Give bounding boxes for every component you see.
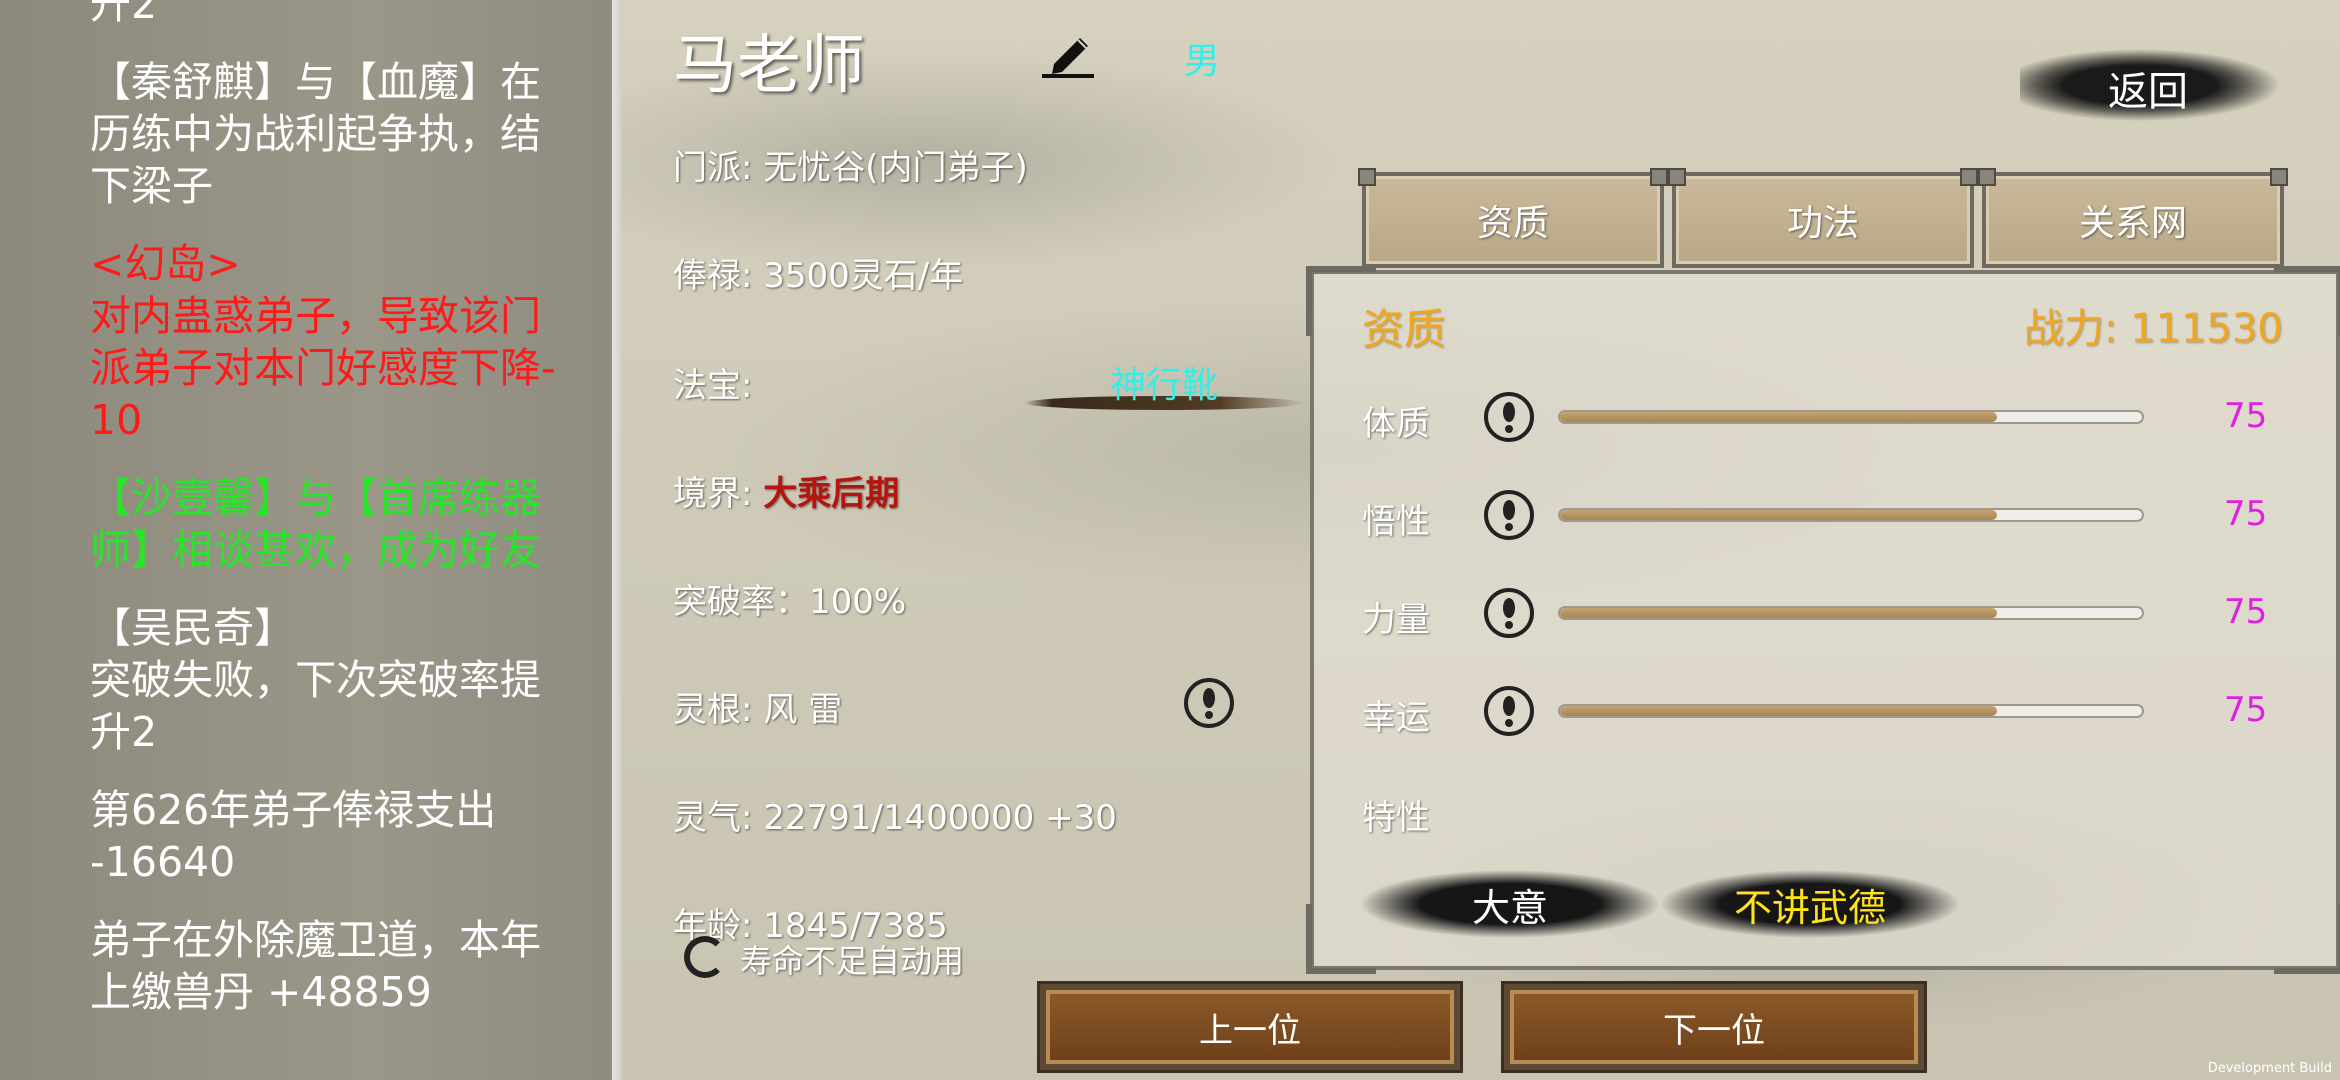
- tab-techniques-label: 功法: [1786, 203, 1859, 244]
- spirit-root-label: 灵根:: [673, 690, 764, 730]
- log-entry-line: 10: [90, 396, 143, 444]
- tab-aptitude[interactable]: 资质: [1358, 168, 1668, 268]
- log-entry-line: 对内蛊惑弟子，导致该门: [90, 292, 541, 340]
- character-name: 马老师: [673, 29, 865, 103]
- trait-badge[interactable]: 不讲武德: [1660, 868, 1960, 940]
- qi-row: 灵气: 22791/1400000 +30: [673, 790, 1117, 839]
- log-entry: 【沙壹馨】与【首席练器 师】相谈甚欢，成为好友: [90, 472, 600, 576]
- sect-row: 门派: 无忧谷(内门弟子): [673, 140, 1028, 189]
- log-entry-line: 【秦舒麒】与【血魔】在: [90, 58, 541, 106]
- log-entry-line: -16640: [90, 838, 236, 886]
- log-entry-line: 下梁子: [90, 162, 213, 210]
- qi-value: 22791/1400000 +30: [763, 798, 1117, 838]
- previous-button[interactable]: 上一位: [1040, 984, 1460, 1070]
- log-entry: 升2: [90, 0, 600, 30]
- log-entry-line: 升2: [90, 0, 158, 28]
- stat-info-icon[interactable]: [1482, 684, 1536, 738]
- treasure-value[interactable]: 神行靴: [1110, 356, 1218, 408]
- qi-label: 灵气:: [673, 798, 764, 838]
- spirit-root-info-icon[interactable]: [1182, 676, 1236, 730]
- stat-info-icon[interactable]: [1482, 488, 1536, 542]
- spirit-root-row: 灵根: 风 雷: [673, 682, 842, 731]
- event-log-panel[interactable]: 升2 【秦舒麒】与【血魔】在 历练中为战利起争执，结 下梁子 <幻岛> 对内蛊惑弟子，导致…: [0, 0, 612, 1080]
- sect-label: 门派:: [673, 148, 764, 188]
- log-entry-line: 升2: [90, 708, 158, 756]
- log-entry-line: 上缴兽丹 +48859: [90, 968, 432, 1016]
- log-entry-line: 第626年弟子俸禄支出: [90, 786, 497, 834]
- trait-label: 不讲武德: [1733, 885, 1886, 930]
- stat-bar-strength: [1558, 606, 2144, 620]
- log-scrollbar-thumb[interactable]: [612, 0, 622, 1080]
- stat-info-icon[interactable]: [1482, 586, 1536, 640]
- log-entry: 【吴民奇】 突破失败，下次突破率提 升2: [90, 602, 600, 758]
- log-entry: 【秦舒麒】与【血魔】在 历练中为战利起争执，结 下梁子: [90, 56, 600, 212]
- log-entry-line: 【吴民奇】: [90, 604, 295, 652]
- log-entry-line: 弟子在外除魔卫道，本年: [90, 916, 541, 964]
- back-button[interactable]: 返回: [2020, 45, 2300, 125]
- stat-value-luck: 75: [2224, 690, 2268, 730]
- combat-power: 战力: 111530: [2024, 306, 2283, 352]
- realm-row: 境界: 大乘后期: [673, 466, 899, 515]
- trait-label: 大意: [1471, 885, 1548, 930]
- event-log-list: 升2 【秦舒麒】与【血魔】在 历练中为战利起争执，结 下梁子 <幻岛> 对内蛊惑弟子，导致…: [90, 0, 600, 1044]
- development-build-watermark: Development Build: [2207, 1061, 2332, 1076]
- tab-aptitude-label: 资质: [1476, 203, 1549, 244]
- stat-bar-fill: [1560, 412, 1997, 422]
- stat-info-icon[interactable]: [1482, 390, 1536, 444]
- stat-bar-fill: [1560, 510, 1997, 520]
- auto-use-label: 寿命不足自动用: [740, 942, 965, 980]
- log-entry: <幻岛> 对内蛊惑弟子，导致该门 派弟子对本门好感度下降- 10: [90, 238, 600, 446]
- tab-relationships-label: 关系网: [2078, 203, 2187, 244]
- stat-bar-fill: [1560, 706, 1997, 716]
- treasure-label: 法宝:: [673, 366, 753, 406]
- stat-bar-constitution: [1558, 410, 2144, 424]
- stat-label-comprehension: 悟性: [1362, 502, 1430, 542]
- stat-bar-comprehension: [1558, 508, 2144, 522]
- stat-bar-fill: [1560, 608, 1997, 618]
- back-button-label: 返回: [2108, 69, 2188, 115]
- log-entry: 第626年弟子俸禄支出 -16640: [90, 784, 600, 888]
- next-button[interactable]: 下一位: [1504, 984, 1924, 1070]
- next-button-label: 下一位: [1663, 1010, 1765, 1051]
- spirit-root-value: 风 雷: [763, 690, 843, 730]
- previous-button-label: 上一位: [1199, 1010, 1301, 1051]
- panel-corner-ornament: [2274, 266, 2340, 336]
- breakthrough-label: 突破率：: [673, 582, 809, 622]
- stat-label-luck: 幸运: [1362, 698, 1430, 738]
- edit-name-icon[interactable]: [1040, 30, 1100, 80]
- auto-use-toggle[interactable]: [684, 936, 726, 978]
- stat-value-comprehension: 75: [2224, 494, 2268, 534]
- stat-value-constitution: 75: [2224, 396, 2268, 436]
- log-entry-line: <幻岛>: [90, 240, 241, 288]
- tab-techniques[interactable]: 功法: [1668, 168, 1978, 268]
- realm-label: 境界:: [673, 474, 764, 514]
- gender-label: 男: [1184, 41, 1221, 82]
- sect-value: 无忧谷(内门弟子): [763, 148, 1028, 188]
- panel-corner-ornament: [2274, 904, 2340, 974]
- salary-label: 俸禄:: [673, 256, 764, 296]
- salary-row: 俸禄: 3500灵石/年: [673, 248, 963, 297]
- trait-badge[interactable]: 大意: [1360, 868, 1660, 940]
- breakthrough-row: 突破率：100%: [673, 574, 906, 623]
- traits-label: 特性: [1362, 798, 1430, 838]
- log-entry-line: 突破失败，下次突破率提: [90, 656, 541, 704]
- salary-value: 3500灵石/年: [763, 256, 964, 296]
- realm-value: 大乘后期: [763, 474, 900, 514]
- tab-relationships[interactable]: 关系网: [1978, 168, 2288, 268]
- log-entry-line: 【沙壹馨】与【首席练器: [90, 474, 541, 522]
- stat-label-strength: 力量: [1362, 600, 1430, 640]
- breakthrough-value: 100%: [809, 582, 907, 622]
- panel-title: 资质: [1362, 305, 1447, 354]
- stat-bar-luck: [1558, 704, 2144, 718]
- log-entry-line: 历练中为战利起争执，结: [90, 110, 541, 158]
- log-entry-line: 派弟子对本门好感度下降-: [90, 344, 556, 392]
- aptitude-panel: [1306, 266, 2340, 974]
- log-entry: 弟子在外除魔卫道，本年 上缴兽丹 +48859: [90, 914, 600, 1018]
- log-entry-line: 师】相谈甚欢，成为好友: [90, 526, 541, 574]
- stat-value-strength: 75: [2224, 592, 2268, 632]
- stat-label-constitution: 体质: [1362, 404, 1430, 444]
